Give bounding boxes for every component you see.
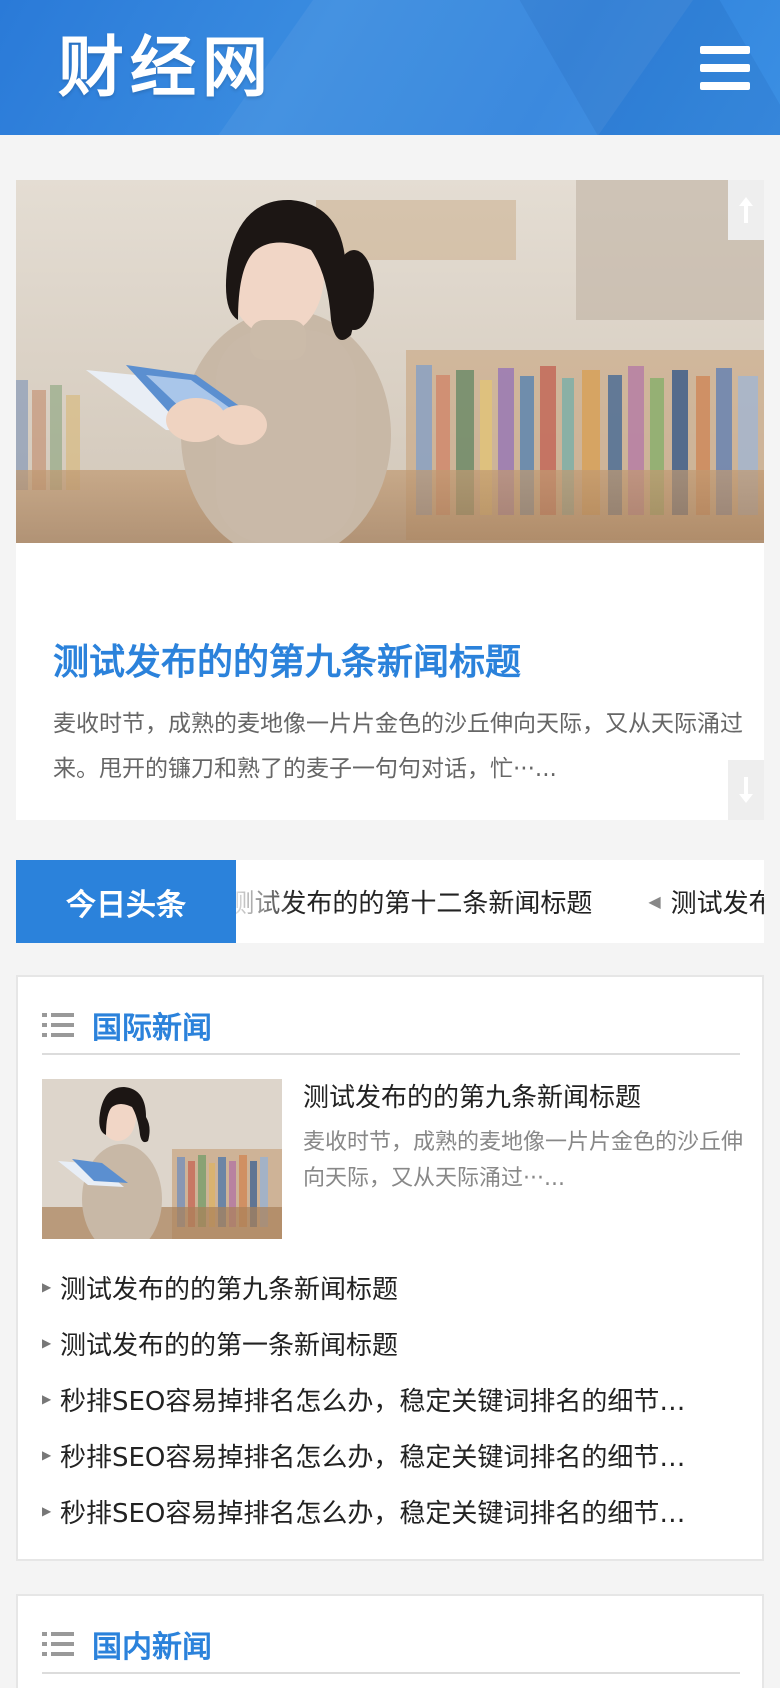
caret-right-icon: ▶ [42,1392,52,1406]
slide-image[interactable] [16,180,764,543]
featured-news-description: 麦收时节，成熟的麦地像一片片金色的沙丘伸向天际，又从天际涌过···... [303,1130,744,1191]
section-title[interactable]: 国际新闻 [92,1003,212,1047]
section-title[interactable]: 国内新闻 [92,1622,212,1666]
news-thumbnail[interactable] [42,1079,282,1239]
list-icon [42,1631,74,1657]
arrow-up-icon[interactable] [728,180,764,240]
slide-description: 麦收时节，成熟的麦地像一片片金色的沙丘伸向天际，又从天际涌过来。甩开的镰刀和熟了… [53,711,743,782]
list-item[interactable]: ▶ 秒排SEO容易掉排名怎么办，稳定关键词排名的细节… [42,1483,742,1539]
caret-right-icon: ▶ [42,1448,52,1462]
section-header: 国际新闻 [42,997,740,1055]
ticker-item[interactable]: ◀ 测试发布的的第十一条新闻标题 [648,883,764,920]
list-item[interactable]: ▶ 秒排SEO容易掉排名怎么办，稳定关键词排名的细节… [42,1371,742,1427]
list-item-label: 秒排SEO容易掉排名怎么办，稳定关键词排名的细节… [60,1442,686,1473]
headline-ticker: 今日头条 ◀ 测试发布的的第十二条新闻标题 ◀ 测试发布的的第十一条新闻标题 [16,860,764,943]
list-item[interactable]: ▶ 秒排SEO容易掉排名怎么办，稳定关键词排名的细节… [42,1427,742,1483]
news-list: ▶ 测试发布的的第九条新闻标题 ▶ 测试发布的的第一条新闻标题 ▶ 秒排SEO容易掉排… [42,1259,742,1539]
list-item-label: 测试发布的的第九条新闻标题 [60,1274,399,1305]
featured-news-title[interactable]: 测试发布的的第九条新闻标题 [303,1081,743,1115]
list-item[interactable]: ▶ 测试发布的的第九条新闻标题 [42,1259,742,1315]
featured-news-item[interactable]: 测试发布的的第九条新闻标题 麦收时节，成熟的麦地像一片片金色的沙丘伸向天际，又从… [42,1079,744,1241]
ticker-viewport: ◀ 测试发布的的第十二条新闻标题 ◀ 测试发布的的第十一条新闻标题 [236,860,764,943]
featured-slider: 测试发布的的第九条新闻标题 麦收时节，成熟的麦地像一片片金色的沙丘伸向天际，又从… [16,180,764,820]
caret-right-icon: ▶ [42,1336,52,1350]
hamburger-menu-icon[interactable] [700,46,750,90]
list-item-label: 秒排SEO容易掉排名怎么办，稳定关键词排名的细节… [60,1498,686,1529]
ticker-item-label: 测试发布的的第十一条新闻标题 [670,889,764,919]
slide-title[interactable]: 测试发布的的第九条新闻标题 [53,640,733,686]
ticker-track: ◀ 测试发布的的第十二条新闻标题 ◀ 测试发布的的第十一条新闻标题 [236,860,764,943]
list-item-label: 测试发布的的第一条新闻标题 [60,1330,399,1361]
triangle-left-icon: ◀ [648,892,661,911]
international-news-section: 国际新闻 测试发布的的第九条新闻标题 麦收时节，成熟的麦地像一片片金色的沙丘伸向… [16,975,764,1561]
section-header: 国内新闻 [42,1616,740,1674]
site-logo[interactable]: 财经网 [58,28,274,108]
list-item-label: 秒排SEO容易掉排名怎么办，稳定关键词排名的细节… [60,1386,686,1417]
list-icon [42,1012,74,1038]
caret-right-icon: ▶ [42,1504,52,1518]
site-header: 财经网 [0,0,780,135]
domestic-news-section: 国内新闻 [16,1594,764,1688]
list-item[interactable]: ▶ 测试发布的的第一条新闻标题 [42,1315,742,1371]
ticker-fade [236,860,296,943]
headline-label: 今日头条 [16,860,236,943]
arrow-down-icon[interactable] [728,760,764,820]
caret-right-icon: ▶ [42,1280,52,1294]
